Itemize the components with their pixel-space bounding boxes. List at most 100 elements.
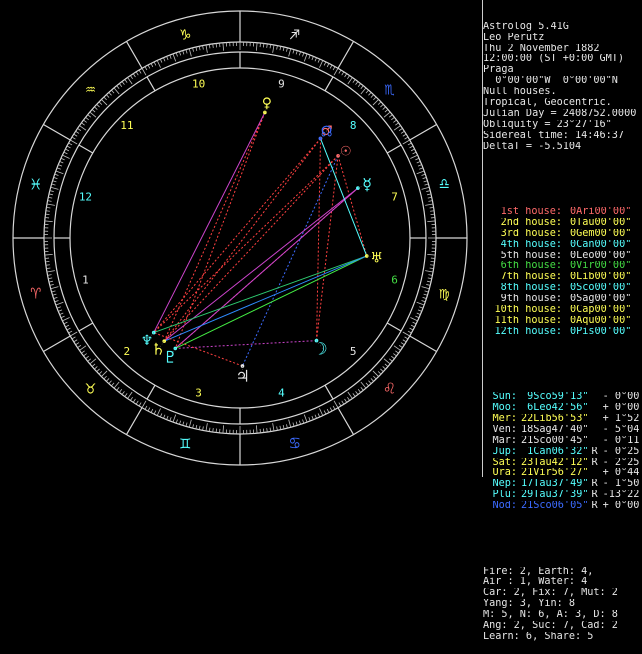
summary-line: Ang: 2, Suc: 7, Cad: 2	[483, 621, 641, 632]
degree-tick	[176, 53, 177, 57]
degree-tick	[296, 422, 297, 426]
planet-row: Moo: 6Leo42'56" + 0°00'	[483, 403, 641, 414]
degree-tick	[348, 77, 353, 84]
degree-tick	[373, 97, 376, 100]
degree-tick	[104, 97, 107, 100]
degree-tick	[426, 284, 430, 285]
house-number-9: 9	[278, 77, 285, 90]
degree-tick	[109, 92, 112, 95]
degree-tick	[206, 423, 207, 431]
degree-tick	[128, 77, 133, 84]
pisces-icon: ♓	[31, 174, 41, 194]
degree-tick	[299, 52, 300, 56]
header-text: Julian Day = 2408752.0000	[483, 109, 636, 119]
cusp-row: 2nd house:0Tau00'00"	[483, 218, 641, 229]
degree-tick	[309, 55, 310, 59]
degree-tick	[410, 146, 414, 148]
header-text: 12:00:00 (ST +0:00 GMT)	[483, 54, 624, 64]
degree-tick	[83, 354, 86, 356]
planet-speed: -13°22'	[603, 490, 641, 500]
header-line: Null houses.	[483, 87, 641, 98]
planet-glyphs: ☉☽☿♀♂♃♄♅♆♇☊	[142, 94, 383, 387]
degree-tick	[403, 340, 406, 342]
degree-tick	[394, 346, 401, 351]
sign-divider	[410, 336, 437, 352]
summary-text: Learn: 6, Share: 5	[483, 632, 593, 642]
house-cusp-line	[79, 323, 93, 331]
degree-tick	[157, 60, 160, 67]
header-line: 0°00'00"W 0°00'00"N	[483, 76, 641, 87]
degree-tick	[427, 221, 435, 222]
degree-tick	[401, 131, 404, 133]
planet-name: Plu:	[483, 490, 517, 501]
degree-tick	[203, 426, 204, 430]
degree-tick	[223, 43, 224, 51]
degree-tick	[55, 174, 59, 175]
sign-glyphs: ♈♉♊♋♌♍♎♏♐♑♒♓	[31, 25, 450, 454]
degree-tick	[97, 104, 100, 107]
saturn-icon: ♄	[153, 340, 163, 360]
summary-text: Ang: 2, Suc: 7, Cad: 2	[483, 621, 618, 631]
degree-tick	[99, 102, 102, 105]
degree-tick	[64, 322, 68, 324]
planet-name: Mer:	[483, 414, 517, 425]
cusp-label: 6th house:	[483, 261, 562, 272]
cusp-value: 0Cap00'00"	[570, 305, 631, 315]
house-cusp-line	[325, 385, 333, 399]
degree-tick	[48, 278, 52, 279]
cusp-row: 5th house:0Leo00'00"	[483, 251, 641, 262]
degree-tick	[430, 265, 434, 266]
summary-line: Yang: 3, Yin: 8	[483, 599, 641, 610]
aquarius-icon: ♒	[85, 79, 95, 99]
house-cusps-list: 1st house:0Ari00'00"2nd house:0Tau00'00"…	[483, 207, 641, 338]
planet-name: Mar:	[483, 436, 517, 447]
degree-tick	[65, 149, 69, 151]
degree-tick	[405, 337, 408, 339]
degree-tick	[196, 47, 197, 51]
aspect-line	[175, 112, 265, 348]
degree-tick	[106, 95, 109, 98]
planet-position: 6Leo42'56"	[521, 403, 588, 413]
header-line: Julian Day = 2408752.0000	[483, 109, 641, 120]
retrograde-flag	[591, 468, 597, 478]
cusp-row: 1st house:0Ari00'00"	[483, 207, 641, 218]
degree-tick	[361, 88, 366, 94]
degree-tick	[389, 115, 392, 118]
degree-tick	[60, 161, 64, 163]
degree-tick	[270, 44, 271, 48]
degree-tick	[48, 201, 52, 202]
degree-tick	[106, 378, 109, 381]
degree-tick	[391, 117, 394, 119]
degree-tick	[53, 294, 57, 295]
cancer-icon: ♋	[290, 433, 300, 453]
header-text: Sidereal time: 14:46:37	[483, 131, 624, 141]
degree-tick	[49, 194, 53, 195]
degree-tick	[384, 112, 390, 117]
degree-tick	[417, 302, 425, 305]
degree-tick	[125, 79, 127, 82]
degree-tick	[334, 401, 338, 408]
degree-tick	[384, 359, 390, 364]
degree-tick	[94, 107, 97, 110]
degree-tick	[101, 371, 107, 377]
cusp-value: 0Leo00'00"	[570, 251, 631, 261]
degree-tick	[69, 331, 72, 333]
planet-speed: - 0°00'	[603, 392, 641, 402]
degree-tick	[347, 397, 349, 400]
degree-tick	[425, 204, 433, 205]
degree-tick	[64, 152, 68, 154]
planet-row: Mer:22Lib56'53" + 1°52'	[483, 414, 641, 425]
degree-tick	[280, 426, 281, 430]
degree-tick	[342, 401, 344, 404]
degree-tick	[122, 81, 124, 84]
sign-divider	[338, 41, 354, 68]
degree-tick	[345, 74, 347, 77]
degree-tick	[296, 51, 297, 55]
degree-tick	[333, 406, 335, 409]
degree-tick	[196, 425, 197, 429]
house-cusp-line	[325, 77, 333, 91]
degree-tick	[393, 354, 396, 356]
degree-tick	[399, 345, 402, 347]
degree-tick	[173, 54, 176, 62]
degree-tick	[378, 102, 381, 105]
